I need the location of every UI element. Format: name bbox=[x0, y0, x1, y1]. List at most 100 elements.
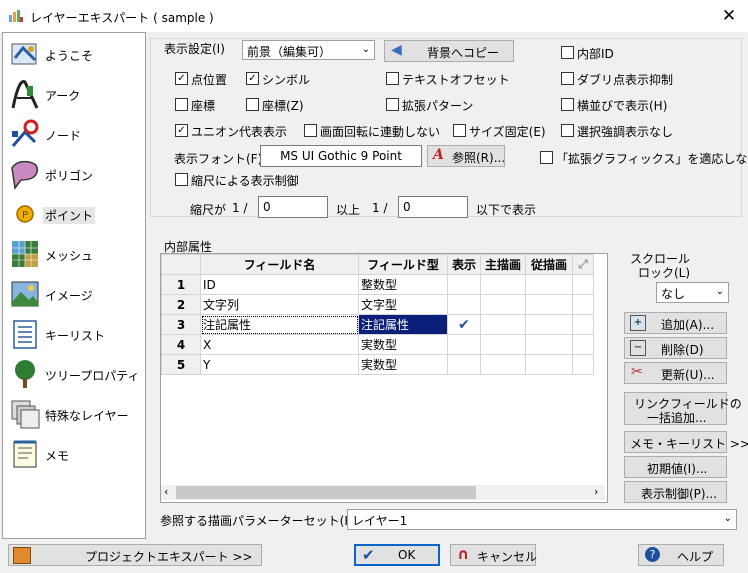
checkbox-box bbox=[386, 72, 399, 85]
table-row[interactable]: 5 Y 実数型 bbox=[161, 354, 594, 375]
link-field-bulk-add-button[interactable]: リンクフィールドの 一括追加... bbox=[624, 392, 742, 425]
column-header[interactable]: フィールド名 bbox=[200, 254, 359, 275]
sub-draw-cell[interactable] bbox=[525, 354, 573, 375]
cancel-button[interactable]: ∩ キャンセル bbox=[450, 544, 537, 566]
font-reference-button[interactable]: A 参照(R)... bbox=[427, 145, 505, 167]
attribute-table: フィールド名 フィールド型 表示 主描画 従描画 ⤢ 1 ID 整数型 2 文字… bbox=[160, 253, 608, 503]
scroll-lock-combo[interactable]: なし ⌄ bbox=[656, 282, 729, 303]
scroll-lock-label: ロック(L) bbox=[638, 266, 691, 280]
nav-item-tree-property[interactable]: ツリープロパティ bbox=[3, 355, 143, 393]
column-header[interactable]: 主描画 bbox=[480, 254, 526, 275]
column-header[interactable]: フィールド型 bbox=[358, 254, 448, 275]
table-row[interactable]: 1 ID 整数型 bbox=[161, 274, 594, 295]
display-setting-combo[interactable]: 前景（編集可） ⌄ bbox=[242, 40, 375, 60]
tree-icon bbox=[15, 360, 35, 388]
copy-to-background-button[interactable]: ◀ 背景へコピー bbox=[384, 40, 514, 62]
add-button-label: 追加(A)... bbox=[661, 318, 715, 332]
add-button[interactable]: + 追加(A)... bbox=[624, 312, 727, 334]
extra-cell bbox=[572, 274, 594, 295]
font-field[interactable]: MS UI Gothic 9 Point bbox=[260, 145, 422, 167]
scale-max-field[interactable]: 0 bbox=[398, 196, 468, 218]
nav-item-keylist[interactable]: キーリスト bbox=[3, 315, 143, 353]
delete-icon: − bbox=[630, 340, 646, 356]
scroll-lock-value: なし bbox=[661, 287, 686, 301]
scroll-right-icon[interactable]: › bbox=[594, 485, 598, 498]
sub-draw-cell[interactable] bbox=[525, 294, 573, 315]
table-row[interactable]: 2 文字列 文字型 bbox=[161, 294, 594, 315]
scale-prefix-label: 縮尺が bbox=[190, 203, 227, 217]
nav-item-node[interactable]: ノード bbox=[3, 115, 143, 153]
checkbox-box bbox=[561, 98, 574, 111]
ok-button[interactable]: ✔ OK bbox=[354, 544, 440, 566]
table-header-row: フィールド名 フィールド型 表示 主描画 従描画 ⤢ bbox=[161, 254, 594, 275]
close-button[interactable]: ✕ bbox=[716, 3, 742, 29]
check-icon: ✔ bbox=[362, 546, 375, 564]
nav-label: ポリゴン bbox=[45, 169, 94, 183]
link-icon: ⤢ bbox=[572, 254, 594, 275]
checkbox-label: テキストオフセット bbox=[402, 73, 510, 87]
nav-item-polygon[interactable]: ポリゴン bbox=[3, 155, 143, 193]
field-name-cell[interactable]: ID bbox=[200, 274, 359, 295]
nav-label: キーリスト bbox=[45, 329, 106, 343]
sub-draw-cell[interactable] bbox=[525, 274, 573, 295]
nav-item-mesh[interactable]: メッシュ bbox=[3, 235, 143, 273]
nav-item-special-layer[interactable]: 特殊なレイヤー bbox=[3, 395, 143, 433]
row-number: 3 bbox=[161, 314, 201, 335]
column-header[interactable]: 表示 bbox=[447, 254, 481, 275]
scroll-left-icon[interactable]: ‹ bbox=[164, 485, 168, 498]
check-icon: ✓ bbox=[175, 124, 188, 137]
checkbox-box bbox=[175, 98, 188, 111]
field-type-cell[interactable]: 注記属性 bbox=[358, 314, 448, 335]
nav-item-arc[interactable]: アーク bbox=[3, 75, 143, 113]
check-icon: ✓ bbox=[246, 72, 259, 85]
check-icon[interactable]: ✔ bbox=[447, 314, 481, 335]
display-font-label: 表示フォント(F) bbox=[174, 152, 263, 166]
table-row[interactable]: 4 X 実数型 bbox=[161, 334, 594, 355]
nav-item-point[interactable]: P ポイント bbox=[3, 195, 143, 233]
nav-item-image[interactable]: イメージ bbox=[3, 275, 143, 313]
nav-item-memo[interactable]: メモ bbox=[3, 435, 143, 473]
row-number: 5 bbox=[161, 354, 201, 375]
help-icon: ? bbox=[645, 547, 660, 562]
column-header[interactable]: 従描画 bbox=[525, 254, 573, 275]
delete-button[interactable]: − 削除(D) bbox=[624, 337, 727, 359]
sub-draw-cell[interactable] bbox=[525, 334, 573, 355]
nav-item-welcome[interactable]: ようこそ bbox=[3, 35, 143, 73]
main-draw-cell[interactable] bbox=[480, 274, 526, 295]
field-name-cell[interactable]: Y bbox=[200, 354, 359, 375]
display-control-button[interactable]: 表示制御(P)... bbox=[624, 481, 727, 503]
update-button[interactable]: ✂ 更新(U)... bbox=[624, 362, 727, 384]
show-cell[interactable] bbox=[447, 274, 481, 295]
memo-keylist-button[interactable]: メモ・キーリスト >> bbox=[624, 431, 748, 453]
scrollbar-thumb[interactable] bbox=[176, 486, 476, 499]
field-name-cell[interactable]: X bbox=[200, 334, 359, 355]
checkbox-box bbox=[453, 124, 466, 137]
app-icon bbox=[9, 10, 23, 22]
checkbox-label: 座標 bbox=[191, 99, 216, 113]
project-expert-button[interactable]: プロジェクトエキスパート >> bbox=[8, 544, 262, 566]
field-type-cell[interactable]: 実数型 bbox=[358, 334, 448, 355]
show-cell[interactable] bbox=[447, 354, 481, 375]
param-set-combo[interactable]: レイヤー1 ⌄ bbox=[347, 509, 737, 530]
checkbox-label: 「拡張グラフィックス」を適応しない bbox=[556, 152, 748, 166]
field-type-cell[interactable]: 実数型 bbox=[358, 354, 448, 375]
main-draw-cell[interactable] bbox=[480, 294, 526, 315]
show-cell[interactable] bbox=[447, 294, 481, 315]
scale-min-field[interactable]: 0 bbox=[258, 196, 328, 218]
nav-label: ポイント bbox=[43, 207, 96, 224]
main-draw-cell[interactable] bbox=[480, 314, 526, 335]
field-name-cell[interactable]: 文字列 bbox=[200, 294, 359, 315]
table-row[interactable]: 3 注記属性 注記属性 ✔ bbox=[161, 314, 594, 335]
main-draw-cell[interactable] bbox=[480, 354, 526, 375]
field-name-cell[interactable]: 注記属性 bbox=[200, 314, 359, 335]
nav-label: ようこそ bbox=[45, 49, 94, 63]
help-button[interactable]: ? ヘルプ bbox=[638, 544, 724, 566]
field-type-cell[interactable]: 文字型 bbox=[358, 294, 448, 315]
sub-draw-cell[interactable] bbox=[525, 314, 573, 335]
special-layer-icon bbox=[11, 400, 40, 429]
show-cell[interactable] bbox=[447, 334, 481, 355]
initial-value-button[interactable]: 初期値(I)... bbox=[624, 456, 727, 478]
field-type-cell[interactable]: 整数型 bbox=[358, 274, 448, 295]
main-draw-cell[interactable] bbox=[480, 334, 526, 355]
display-setting-label: 表示設定(I) bbox=[164, 42, 225, 56]
